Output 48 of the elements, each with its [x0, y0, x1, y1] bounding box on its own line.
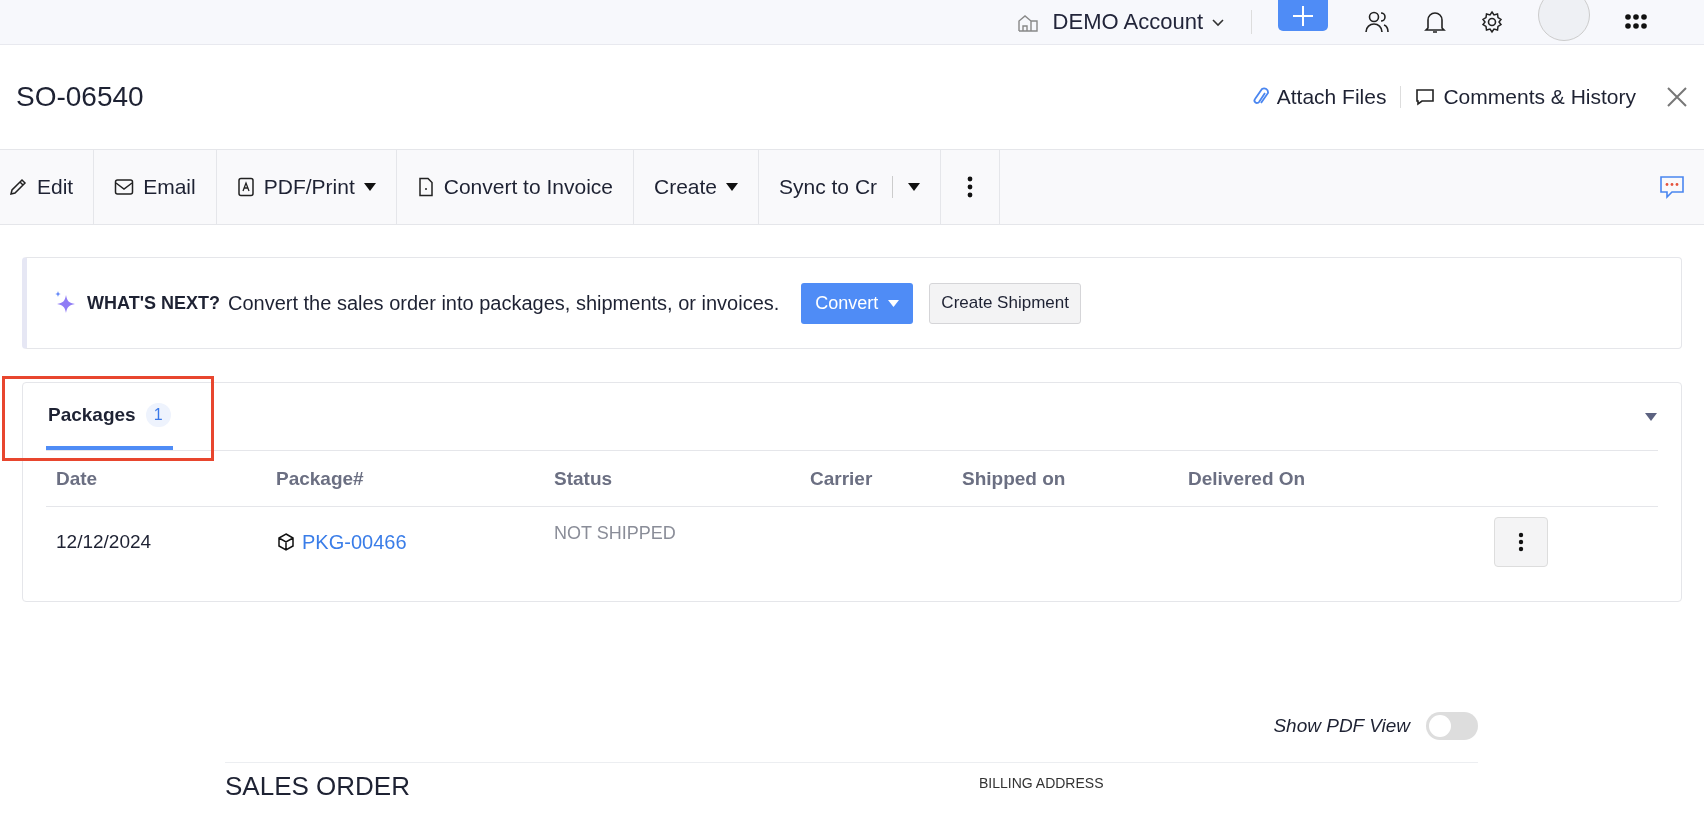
page-title: SO-06540: [16, 81, 144, 113]
document-title: SALES ORDER: [225, 771, 411, 802]
pdf-view-label: Show PDF View: [1273, 715, 1410, 737]
count-badge: 1: [145, 402, 171, 427]
toolbar-button[interactable]: PDF/Print: [216, 150, 397, 224]
column-header: Shipped on: [962, 467, 1067, 490]
column-header: Package#: [276, 467, 365, 490]
billing-address-label: BILLING ADDRESS: [979, 775, 1104, 793]
column-header: Date: [56, 467, 99, 490]
column-header: Carrier: [810, 467, 874, 490]
add-button[interactable]: [1278, 0, 1328, 31]
column-header: Status: [554, 467, 614, 490]
pencil-icon: [8, 177, 28, 197]
pdf-file-icon: [236, 177, 255, 197]
banner-text: Convert the sales order into packages, shipments, or invoices.: [227, 291, 780, 315]
table-cell-text: 12/12/2024: [56, 531, 153, 553]
plus-icon: [1292, 4, 1314, 27]
toolbar-button[interactable]: Create: [634, 150, 759, 224]
apps-grid-icon[interactable]: [1624, 12, 1648, 32]
mail-icon: [114, 178, 135, 196]
toolbar-button[interactable]: Email: [94, 150, 217, 224]
attach-files-link[interactable]: Attach Files: [1252, 85, 1387, 109]
toolbar-button[interactable]: Convert to Invoice: [396, 150, 634, 224]
package-icon: [276, 532, 296, 552]
document-icon: [416, 177, 435, 197]
kebab-icon: [1518, 532, 1524, 552]
caret-icon: [888, 298, 900, 308]
create-shipment-button[interactable]: Create Shipment: [929, 282, 1081, 324]
packages-tab[interactable]: Packages 1: [46, 383, 173, 450]
banner-heading: WHAT'S NEXT?: [87, 292, 220, 314]
column-header: Delivered On: [1188, 467, 1307, 490]
comment-icon: [1415, 88, 1436, 106]
account-dropdown[interactable]: DEMO Account: [1052, 9, 1225, 35]
building-icon: [1016, 12, 1039, 32]
package-link[interactable]: PKG-00466: [302, 530, 407, 554]
chat-icon[interactable]: [1658, 174, 1686, 200]
notification-icon[interactable]: [1424, 10, 1446, 34]
status-text: NOT SHIPPED: [554, 523, 677, 544]
users-icon[interactable]: [1364, 10, 1390, 34]
toolbar-button[interactable]: Sync to Cr: [759, 150, 942, 224]
chevron-down-icon: [1211, 17, 1225, 27]
close-icon[interactable]: [1666, 86, 1688, 108]
kebab-icon: [967, 176, 974, 198]
toolbar-button[interactable]: Edit: [0, 150, 95, 224]
settings-icon[interactable]: [1480, 10, 1504, 34]
comments-history-link[interactable]: Comments & History: [1415, 85, 1636, 109]
pdf-view-toggle[interactable]: [1426, 712, 1478, 740]
collapse-caret-icon[interactable]: [1644, 411, 1658, 422]
